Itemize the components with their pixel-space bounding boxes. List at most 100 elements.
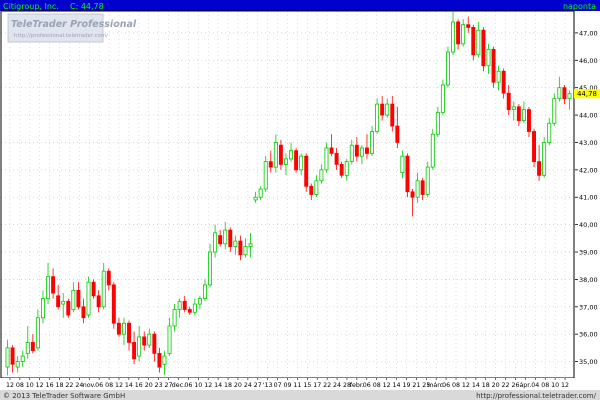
candle-body-up — [71, 289, 76, 310]
candle-body-down — [516, 106, 521, 121]
candle-body-down — [132, 341, 137, 360]
candle-body-up — [445, 51, 450, 86]
x-tick-label: 06 — [363, 382, 371, 389]
candle-body-down — [56, 295, 61, 308]
last-price-value: 44,78 — [577, 90, 597, 98]
candle-body-up — [319, 169, 324, 182]
x-tick-label: 18 — [482, 382, 490, 389]
candle-body-up — [349, 144, 354, 163]
candle-body-up — [197, 298, 202, 305]
candle-body-down — [116, 322, 121, 335]
x-tick-label: dec. — [172, 382, 185, 389]
candle-body-up — [213, 232, 218, 253]
x-tick-label: 20 — [145, 382, 153, 389]
x-tick-label: 14 — [393, 382, 401, 389]
x-tick-label: 16 — [46, 382, 54, 389]
candle-body-down — [491, 48, 496, 83]
candle-body-up — [263, 161, 268, 190]
candle-body-up — [177, 300, 182, 310]
candle-body-up — [258, 188, 263, 198]
x-tick-label: 12 — [561, 382, 569, 389]
candle-body-up — [440, 84, 445, 113]
y-tick-label: 46,00 — [579, 57, 598, 65]
candle-body-down — [537, 161, 542, 176]
candle-body-down — [395, 125, 400, 143]
candle-body-up — [451, 21, 456, 53]
candle-body-down — [30, 341, 35, 352]
candle-body-down — [405, 155, 410, 193]
x-tick-label: 08 — [373, 382, 381, 389]
x-tick-label: nov. — [83, 382, 96, 389]
candle-body-down — [471, 27, 476, 56]
x-tick-label: 24 — [333, 382, 341, 389]
candle-body-up — [283, 158, 288, 165]
candle-body-down — [354, 144, 359, 157]
candle-body-down — [390, 103, 395, 127]
candle-body-up — [400, 155, 405, 173]
candle-body-up — [344, 161, 349, 176]
candle-body-up — [476, 29, 481, 56]
candle-body-down — [152, 333, 157, 354]
x-tick-label: 11 — [293, 382, 301, 389]
footer-copyright: © 2013 TeleTrader Software GmbH — [3, 392, 125, 400]
candle-body-up — [273, 142, 278, 168]
candle-body-up — [542, 142, 547, 176]
footer-url: http://professional.teletrader.com/ — [476, 392, 596, 400]
candle-body-up — [15, 361, 20, 368]
candle-body-down — [506, 92, 511, 110]
candle-body-up — [359, 147, 364, 157]
candle-body-down — [157, 352, 162, 368]
candle-body-up — [86, 281, 91, 316]
x-tick-label: 12 — [462, 382, 470, 389]
x-tick-label: 08 — [105, 382, 113, 389]
candle-body-down — [420, 180, 425, 195]
candle-body-up — [20, 355, 25, 362]
candle-body-down — [96, 295, 101, 308]
candle-body-up — [147, 333, 152, 346]
candle-body-up — [511, 106, 516, 110]
x-tick-label: 08 — [16, 382, 24, 389]
x-tick-label: 17 — [313, 382, 321, 389]
candle-body-down — [309, 185, 314, 195]
candle-body-down — [456, 21, 461, 45]
x-tick-label: 20 — [492, 382, 500, 389]
y-tick-label: 35,00 — [579, 358, 598, 366]
x-tick-label: 06 — [184, 382, 192, 389]
candle-body-down — [329, 147, 334, 154]
candle-body-up — [253, 196, 258, 201]
x-tick-label: 06 — [442, 382, 450, 389]
candle-body-down — [111, 284, 116, 324]
instrument-name: Citigroup, Inc. — [3, 2, 59, 11]
candle-body-up — [557, 87, 562, 100]
candle-body-up — [243, 246, 248, 256]
candle-body-up — [430, 133, 435, 168]
candle-body-down — [51, 276, 56, 294]
candle-body-up — [385, 103, 390, 116]
x-tick-label: 12 — [204, 382, 212, 389]
x-tick-label: 12 — [115, 382, 123, 389]
period-label: naponta — [563, 2, 596, 11]
candle-body-up — [435, 111, 440, 135]
candle-body-down — [268, 161, 273, 168]
candle-body-up — [162, 355, 167, 365]
x-tick-label: 10 — [551, 382, 559, 389]
x-tick-label: 16 — [135, 382, 143, 389]
last-price-label: C: 44,78 — [70, 2, 104, 11]
candle-body-down — [182, 300, 187, 310]
candle-body-up — [547, 122, 552, 143]
last-price-marker: 44,78 — [574, 89, 600, 99]
candle-body-down — [410, 191, 415, 198]
candle-body-up — [223, 229, 228, 245]
candle-body-up — [101, 270, 106, 308]
candle-body-down — [481, 29, 486, 67]
candle-body-up — [299, 155, 304, 171]
candle-body-down — [66, 300, 71, 316]
x-tick-label: 14 — [214, 382, 222, 389]
watermark-url: http://professional.teletrader.com/ — [14, 33, 108, 39]
candle-body-up — [425, 166, 430, 195]
x-tick-label: 14 — [472, 382, 480, 389]
candle-body-down — [278, 144, 283, 165]
y-tick-label: 47,00 — [579, 29, 598, 37]
x-tick-label: 08 — [541, 382, 549, 389]
y-tick-label: 40,00 — [579, 221, 598, 229]
